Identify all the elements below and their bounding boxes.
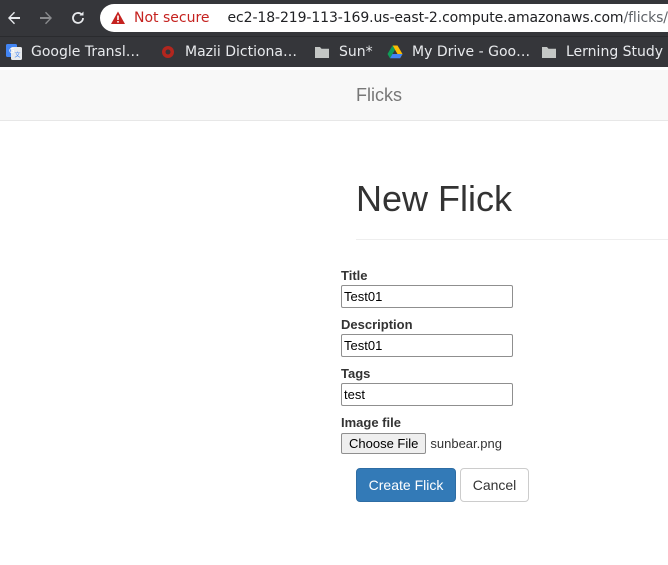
bookmark-folder-sun[interactable]: Sun*	[314, 42, 373, 62]
image-file-input: Choose File sunbear.png	[341, 432, 502, 454]
url-path: /flicks/new	[623, 10, 668, 26]
folder-icon	[541, 44, 557, 60]
url-text[interactable]: ec2-18-219-113-169.us-east-2.compute.ama…	[228, 10, 668, 26]
bookmark-label: Mazii Dictiona…	[185, 44, 297, 60]
svg-text:文: 文	[15, 51, 21, 59]
mazii-icon	[160, 44, 176, 60]
address-bar[interactable]: Not secure ec2-18-219-113-169.us-east-2.…	[100, 4, 668, 32]
security-status-label[interactable]: Not secure	[134, 10, 210, 26]
url-host: ec2-18-219-113-169.us-east-2.compute.ama…	[227, 10, 624, 26]
reload-icon[interactable]	[66, 6, 90, 30]
bookmark-mazii[interactable]: Mazii Dictiona…	[160, 42, 297, 62]
bookmark-my-drive[interactable]: My Drive - Goo…	[387, 42, 530, 62]
tags-label: Tags	[341, 366, 371, 381]
image-file-label: Image file	[341, 415, 401, 430]
folder-icon	[314, 44, 330, 60]
bookmark-google-translate[interactable]: G 文 Google Transl…	[6, 42, 140, 62]
browser-toolbar: Not secure ec2-18-219-113-169.us-east-2.…	[0, 0, 668, 36]
create-flick-button[interactable]: Create Flick	[356, 468, 456, 502]
bookmarks-bar: G 文 Google Transl… Mazii Dictiona… Sun*	[0, 36, 668, 67]
warning-triangle-icon[interactable]	[110, 10, 126, 26]
header-divider	[356, 239, 668, 240]
bookmark-label: My Drive - Goo…	[412, 44, 531, 60]
page-title: New Flick	[356, 178, 513, 219]
google-translate-icon: G 文	[6, 44, 22, 60]
bookmark-label: Lerning Study	[566, 44, 664, 60]
google-drive-icon	[387, 44, 403, 60]
bookmark-folder-lerning-study[interactable]: Lerning Study	[541, 42, 663, 62]
description-input[interactable]	[341, 334, 513, 357]
selected-file-name: sunbear.png	[430, 435, 502, 451]
title-input[interactable]	[341, 285, 513, 308]
title-label: Title	[341, 268, 368, 283]
tags-input[interactable]	[341, 383, 513, 406]
navbar-brand-link[interactable]: Flicks	[356, 85, 402, 106]
choose-file-button[interactable]: Choose File	[341, 432, 427, 454]
forward-arrow-icon[interactable]	[34, 6, 58, 30]
bookmark-label: Sun*	[339, 44, 373, 60]
site-navbar: Flicks	[0, 70, 668, 121]
back-arrow-icon[interactable]	[2, 6, 26, 30]
bookmark-label: Google Transl…	[31, 44, 140, 60]
cancel-button[interactable]: Cancel	[460, 468, 529, 502]
description-label: Description	[341, 317, 413, 332]
